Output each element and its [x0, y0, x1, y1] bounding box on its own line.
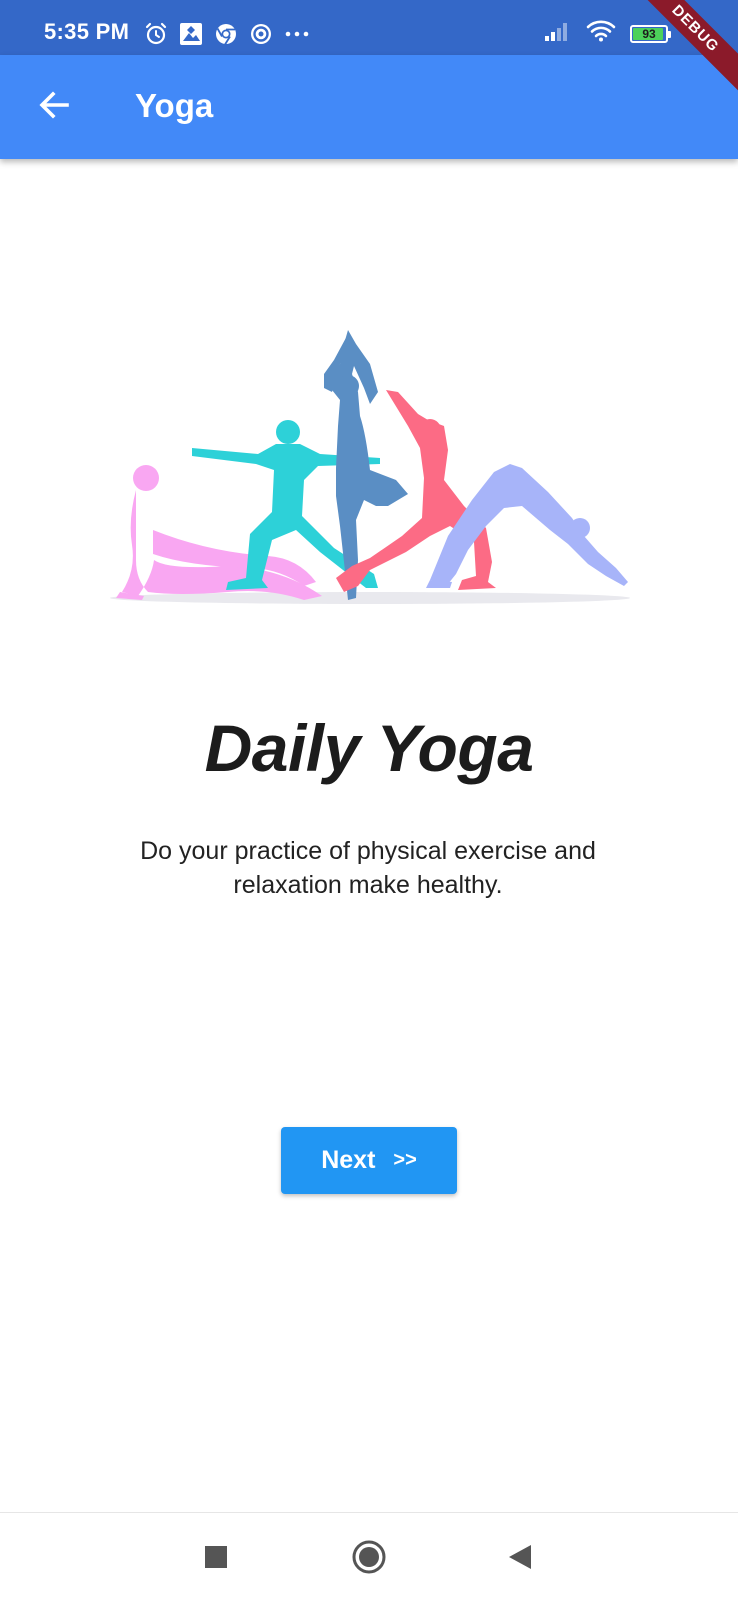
battery-icon: 93: [630, 24, 671, 43]
back-button[interactable]: [30, 83, 78, 131]
signal-icon: [544, 20, 572, 47]
app-bar-title: Yoga: [135, 87, 214, 124]
more-dots-icon: [284, 22, 310, 46]
app-bar: Yoga: [0, 55, 738, 159]
alarm-icon: [144, 22, 168, 46]
system-nav-bar: [0, 1512, 738, 1600]
lavender-yoga-figure: [426, 464, 628, 588]
recents-square-icon: [204, 1545, 228, 1574]
next-arrows: >>: [393, 1149, 417, 1171]
at-sign-icon: [249, 22, 273, 46]
back-nav-button[interactable]: [500, 1539, 540, 1579]
recents-button[interactable]: [196, 1539, 236, 1579]
status-icons-right: 93: [544, 20, 671, 47]
headline: Daily Yoga: [204, 711, 534, 785]
back-triangle-icon: [507, 1543, 533, 1576]
home-circle-icon: [351, 1539, 387, 1580]
home-button[interactable]: [349, 1539, 389, 1579]
next-button[interactable]: Next >>: [281, 1127, 457, 1194]
status-bar: 5:35 PM 93: [0, 0, 738, 55]
yoga-poses-illustration: [108, 330, 643, 608]
status-time: 5:35 PM: [44, 19, 130, 44]
arrow-back-icon: [37, 88, 71, 127]
chrome-icon: [214, 22, 238, 46]
photos-icon: [179, 22, 203, 46]
battery-level: 93: [642, 26, 656, 41]
status-icons-left: [144, 20, 310, 48]
next-button-label: Next: [321, 1146, 376, 1174]
description: Do your practice of physical exercise an…: [140, 837, 596, 899]
wifi-icon: [586, 20, 616, 47]
